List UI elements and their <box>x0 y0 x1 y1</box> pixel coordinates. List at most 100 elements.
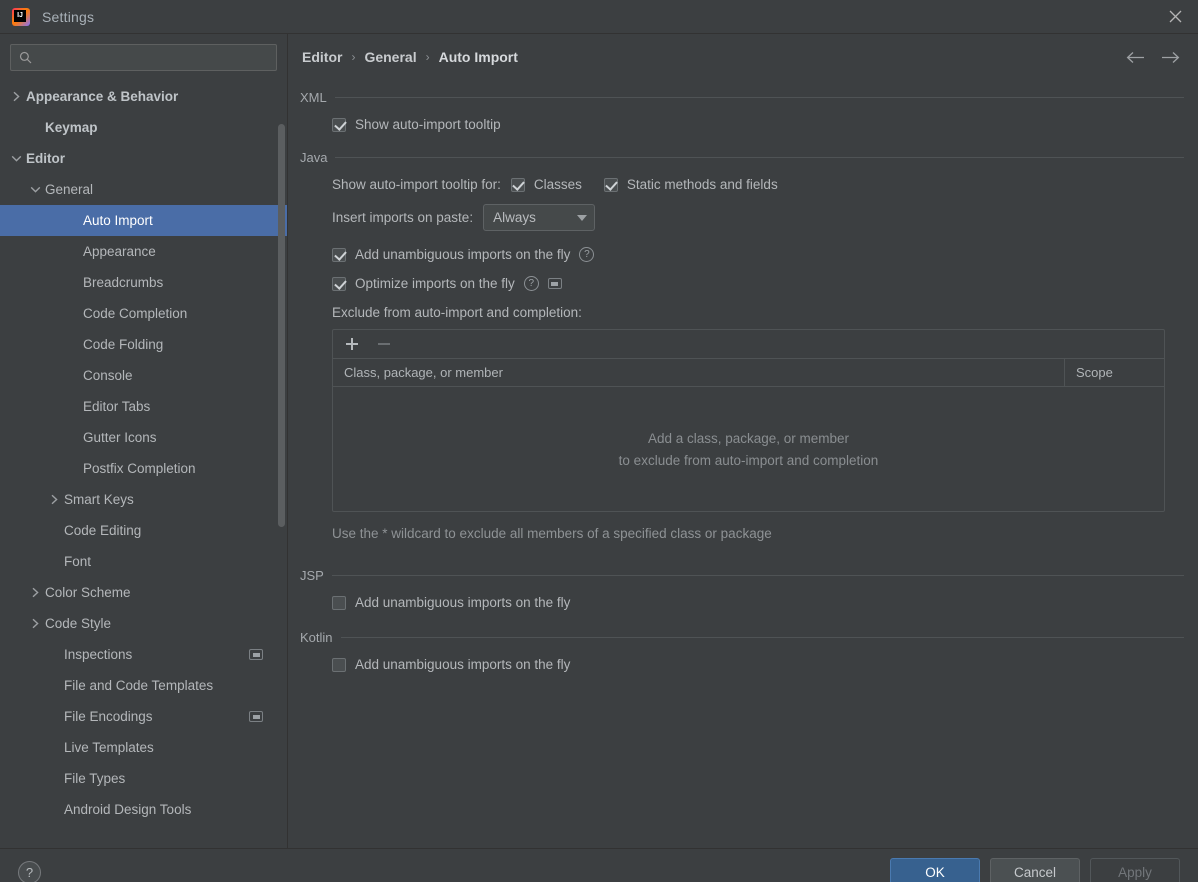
sidebar-item-keymap[interactable]: Keymap <box>0 112 287 143</box>
sidebar-item-editor-tabs[interactable]: Editor Tabs <box>0 391 287 422</box>
sidebar-item-appearance[interactable]: Appearance <box>0 236 287 267</box>
xml-show-tooltip-checkbox[interactable] <box>332 117 346 132</box>
sidebar-item-inspections[interactable]: Inspections <box>0 639 287 670</box>
chevron-down-icon[interactable] <box>8 151 24 167</box>
settings-content: XML Show auto-import tooltip Java Show a… <box>288 90 1198 672</box>
java-optimize-imports-checkbox[interactable] <box>332 276 346 291</box>
sidebar-item-auto-import[interactable]: Auto Import <box>0 205 287 236</box>
sidebar-item-appearance-behavior[interactable]: Appearance & Behavior <box>0 81 287 112</box>
breadcrumb: Editor › General › Auto Import <box>288 34 1198 80</box>
sidebar-item-color-scheme[interactable]: Color Scheme <box>0 577 287 608</box>
chevron-right-icon[interactable] <box>27 585 43 601</box>
java-add-unambiguous-label: Add unambiguous imports on the fly <box>355 247 571 262</box>
sidebar-item-file-encodings[interactable]: File Encodings <box>0 701 287 732</box>
ok-button[interactable]: OK <box>890 857 980 882</box>
java-classes-checkbox[interactable] <box>510 177 525 192</box>
java-add-unambiguous-checkbox[interactable] <box>332 247 346 262</box>
sidebar-item-gutter-icons[interactable]: Gutter Icons <box>0 422 287 453</box>
wildcard-hint: Use the * wildcard to exclude all member… <box>332 526 772 541</box>
chevron-right-icon[interactable] <box>27 616 43 632</box>
sidebar-item-code-completion[interactable]: Code Completion <box>0 298 287 329</box>
sidebar-item-code-folding[interactable]: Code Folding <box>0 329 287 360</box>
column-header-scope[interactable]: Scope <box>1065 359 1164 386</box>
sidebar-item-android-design-tools[interactable]: Android Design Tools <box>0 794 287 825</box>
sidebar-item-breadcrumbs[interactable]: Breadcrumbs <box>0 267 287 298</box>
dialog-body: Appearance & Behavior Keymap Editor General… <box>0 34 1198 848</box>
settings-tree[interactable]: Appearance & Behavior Keymap Editor General… <box>0 79 287 848</box>
search-box[interactable] <box>10 44 277 71</box>
help-button[interactable]: ? <box>18 860 41 882</box>
help-icon[interactable]: ? <box>523 276 539 291</box>
help-icon[interactable]: ? <box>579 247 595 262</box>
sidebar-item-label: Code Editing <box>64 522 142 538</box>
kotlin-add-unambiguous-checkbox[interactable] <box>332 657 346 672</box>
sidebar-item-postfix-completion[interactable]: Postfix Completion <box>0 453 287 484</box>
chevron-down-icon[interactable] <box>27 182 43 198</box>
xml-show-tooltip-row: Show auto-import tooltip <box>332 117 1184 132</box>
cancel-button[interactable]: Cancel <box>990 857 1080 882</box>
chevron-right-icon[interactable] <box>46 492 62 508</box>
sidebar-item-label: Keymap <box>45 119 98 135</box>
sidebar-item-file-and-code-templates[interactable]: File and Code Templates <box>0 670 287 701</box>
sidebar-item-label: Console <box>83 367 133 383</box>
empty-state-line-1: Add a class, package, or member <box>647 430 850 446</box>
java-insert-imports-dropdown[interactable]: Always <box>483 204 596 231</box>
intellij-idea-logo-icon <box>12 7 30 26</box>
settings-main-panel: Editor › General › Auto Import XML Show … <box>288 34 1198 848</box>
section-xml: XML Show auto-import tooltip <box>300 90 1184 132</box>
section-title-java: Java <box>300 150 328 165</box>
sidebar-item-label: General <box>45 181 94 197</box>
close-icon[interactable] <box>1152 0 1198 33</box>
dialog-buttons: OK Cancel Apply <box>890 857 1180 882</box>
section-jsp-body: Add unambiguous imports on the fly <box>300 595 1184 610</box>
sidebar-item-label: Appearance & Behavior <box>26 88 179 104</box>
search-icon <box>19 51 32 64</box>
java-insert-imports-value: Always <box>493 210 536 225</box>
sidebar-item-general[interactable]: General <box>0 174 287 205</box>
sidebar-item-label: Live Templates <box>64 739 154 755</box>
sidebar-item-editor[interactable]: Editor <box>0 143 287 174</box>
sidebar-item-live-templates[interactable]: Live Templates <box>0 732 287 763</box>
sidebar-item-code-style[interactable]: Code Style <box>0 608 287 639</box>
chevron-right-icon[interactable] <box>8 89 24 105</box>
sidebar-scrollbar-thumb[interactable] <box>278 124 285 527</box>
section-title-kotlin: Kotlin <box>300 630 333 645</box>
chevron-down-icon <box>577 214 588 221</box>
arrow-right-icon[interactable] <box>1161 51 1180 64</box>
kotlin-add-unambiguous-label: Add unambiguous imports on the fly <box>355 657 571 672</box>
sidebar-item-file-types[interactable]: File Types <box>0 763 287 794</box>
java-insert-imports-label: Insert imports on paste: <box>332 210 474 225</box>
section-kotlin: Kotlin Add unambiguous imports on the fl… <box>300 630 1184 672</box>
exclude-table-toolbar <box>333 330 1164 359</box>
minus-icon <box>376 336 392 352</box>
section-kotlin-body: Add unambiguous imports on the fly <box>300 657 1184 672</box>
breadcrumb-item-general[interactable]: General <box>364 49 416 65</box>
sidebar-item-label: Breadcrumbs <box>83 274 164 290</box>
search-input[interactable] <box>32 45 276 70</box>
project-scope-icon <box>547 278 562 289</box>
breadcrumb-item-editor[interactable]: Editor <box>302 49 342 65</box>
section-title-jsp: JSP <box>300 568 324 583</box>
sidebar-item-font[interactable]: Font <box>0 546 287 577</box>
jsp-add-unambiguous-checkbox[interactable] <box>332 595 346 610</box>
sidebar-item-console[interactable]: Console <box>0 360 287 391</box>
plus-icon[interactable] <box>344 336 360 352</box>
java-static-methods-checkbox[interactable] <box>603 177 618 192</box>
section-java-body: Show auto-import tooltip for: Classes St… <box>300 177 1184 544</box>
arrow-left-icon[interactable] <box>1126 51 1145 64</box>
sidebar-item-label: Color Scheme <box>45 584 131 600</box>
sidebar-item-label: Smart Keys <box>64 491 134 507</box>
sidebar-item-smart-keys[interactable]: Smart Keys <box>0 484 287 515</box>
sidebar-item-code-editing[interactable]: Code Editing <box>0 515 287 546</box>
section-header-xml: XML <box>300 90 1184 105</box>
column-header-class-package-member[interactable]: Class, package, or member <box>333 359 1065 386</box>
